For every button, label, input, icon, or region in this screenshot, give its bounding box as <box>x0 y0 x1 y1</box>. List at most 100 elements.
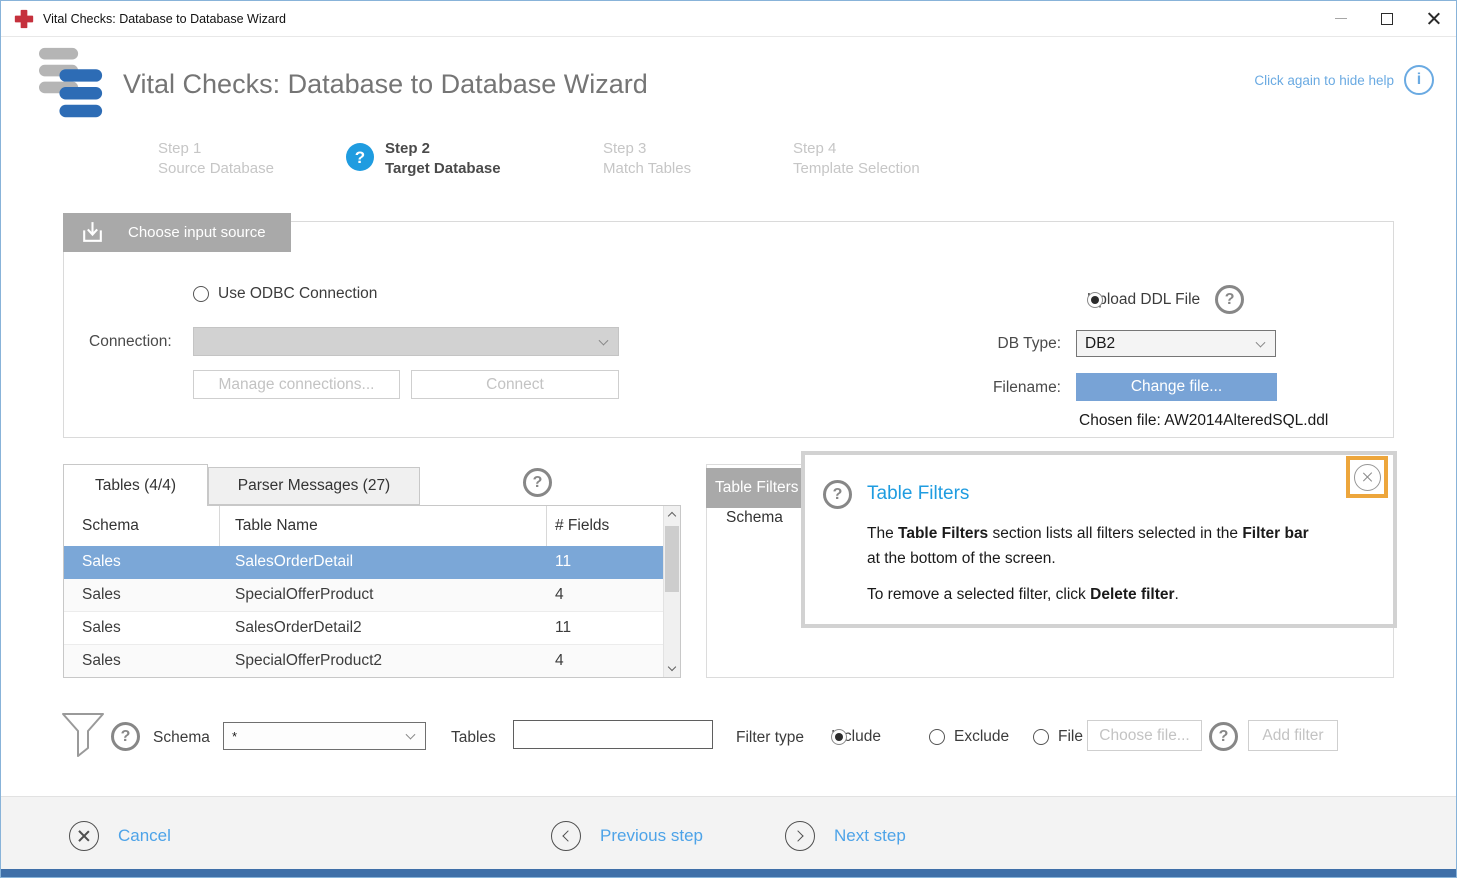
previous-step-label: Previous step <box>600 826 703 846</box>
cancel-button[interactable]: Cancel <box>69 821 171 851</box>
filter-type-include-radio[interactable]: Include <box>831 728 881 746</box>
connection-select[interactable] <box>193 327 619 356</box>
filename-label: Filename: <box>927 379 1061 397</box>
cell-schema: Sales <box>64 546 220 578</box>
step-3-match-tables[interactable]: Step 3 Match Tables <box>603 139 691 178</box>
cell-table-name: SpecialOfferProduct2 <box>220 645 547 677</box>
cell-table-name: SalesOrderDetail2 <box>220 612 547 644</box>
connection-label: Connection: <box>89 333 172 351</box>
hide-help-label: Click again to hide help <box>1254 73 1394 88</box>
table-row[interactable]: Sales SalesOrderDetail 11 <box>64 546 680 579</box>
choose-file-help-icon[interactable] <box>1209 722 1238 751</box>
maximize-button[interactable] <box>1364 1 1410 36</box>
popup-close-button[interactable] <box>1354 464 1381 491</box>
step-2-target-database[interactable]: Step 2 Target Database <box>346 139 501 178</box>
table-row[interactable]: Sales SalesOrderDetail2 11 <box>64 612 680 645</box>
odbc-radio-circle <box>193 286 209 302</box>
scroll-down-arrow[interactable] <box>664 660 680 677</box>
title-bar: Vital Checks: Database to Database Wizar… <box>1 1 1456 37</box>
scroll-up-arrow[interactable] <box>664 506 680 523</box>
upload-ddl-radio[interactable]: Upload DDL File <box>1087 285 1244 314</box>
tables-grid-header: Schema Table Name # Fields <box>64 506 680 546</box>
popup-paragraph-1: The Table Filters section lists all filt… <box>867 521 1367 571</box>
chevron-right-icon <box>785 821 815 851</box>
cell-schema: Sales <box>64 579 220 611</box>
add-filter-button[interactable]: Add filter <box>1248 720 1338 751</box>
db-type-label: DB Type: <box>927 335 1061 353</box>
table-filters-schema-column: Schema <box>726 509 783 527</box>
input-source-header-label: Choose input source <box>128 224 266 241</box>
step-4-template-selection[interactable]: Step 4 Template Selection <box>793 139 920 178</box>
popup-close-highlight <box>1346 456 1388 498</box>
close-icon <box>1362 472 1372 482</box>
filter-type-exclude-radio[interactable]: Exclude <box>929 728 1009 746</box>
bottom-accent-bar <box>1 869 1456 877</box>
upload-radio-label: Upload DDL File <box>1087 291 1200 309</box>
filter-tables-input[interactable] <box>513 720 713 749</box>
minimize-button[interactable] <box>1318 1 1364 36</box>
change-file-button[interactable]: Change file... <box>1076 373 1277 401</box>
odbc-radio-label: Use ODBC Connection <box>218 285 377 303</box>
filter-schema-select[interactable]: * <box>223 722 426 750</box>
step-3-number: Step 3 <box>603 139 691 158</box>
filter-funnel-icon <box>61 712 105 765</box>
step-1-label: Source Database <box>158 159 274 178</box>
exclude-radio-circle <box>929 729 945 745</box>
app-window: Vital Checks: Database to Database Wizar… <box>0 0 1457 878</box>
step-3-label: Match Tables <box>603 159 691 178</box>
cancel-label: Cancel <box>118 826 171 846</box>
cancel-x-icon <box>69 821 99 851</box>
upload-help-icon[interactable] <box>1215 285 1244 314</box>
cell-num-fields: 4 <box>547 645 663 677</box>
maximize-icon <box>1381 13 1393 25</box>
odbc-connection-radio[interactable]: Use ODBC Connection <box>193 285 377 303</box>
popup-help-icon <box>823 480 852 509</box>
filter-tables-label: Tables <box>451 729 496 747</box>
col-table-name: Table Name <box>220 506 547 546</box>
tab-parser-messages[interactable]: Parser Messages (27) <box>208 467 420 505</box>
filter-schema-value: * <box>232 729 237 744</box>
tables-help-icon[interactable] <box>523 468 552 497</box>
popup-title: Table Filters <box>867 483 969 505</box>
table-row[interactable]: Sales SpecialOfferProduct2 4 <box>64 645 680 678</box>
chevron-down-icon <box>406 730 416 740</box>
step-1-source-database[interactable]: Step 1 Source Database <box>158 139 274 178</box>
cell-schema: Sales <box>64 645 220 677</box>
tab-tables[interactable]: Tables (4/4) <box>63 464 208 506</box>
next-step-button[interactable]: Next step <box>785 821 906 851</box>
col-schema: Schema <box>64 506 220 546</box>
choose-file-button[interactable]: Choose file... <box>1087 720 1202 751</box>
tables-grid: Schema Table Name # Fields Sales SalesOr… <box>63 505 681 678</box>
db-type-select[interactable]: DB2 <box>1076 330 1276 357</box>
connect-button[interactable]: Connect <box>411 370 619 399</box>
chosen-file-text: Chosen file: AW2014AlteredSQL.ddl <box>1079 412 1328 430</box>
db-type-value: DB2 <box>1085 335 1115 353</box>
close-button[interactable] <box>1410 1 1456 36</box>
footer-bar: Cancel Previous step Next step <box>1 796 1456 870</box>
chevron-down-icon <box>599 335 609 345</box>
vertical-scrollbar[interactable] <box>663 506 680 677</box>
step-2-label: Target Database <box>385 159 501 178</box>
table-row[interactable]: Sales SpecialOfferProduct 4 <box>64 579 680 612</box>
filter-schema-label: Schema <box>153 729 210 747</box>
minimize-icon <box>1335 18 1347 19</box>
filter-type-label: Filter type <box>736 729 804 747</box>
red-cross-app-icon <box>14 9 34 29</box>
filter-help-icon[interactable] <box>111 722 140 751</box>
info-icon <box>1404 65 1434 95</box>
cell-table-name: SalesOrderDetail <box>220 546 547 578</box>
cell-table-name: SpecialOfferProduct <box>220 579 547 611</box>
window-title: Vital Checks: Database to Database Wizar… <box>43 12 286 26</box>
previous-step-button[interactable]: Previous step <box>551 821 703 851</box>
scrollbar-thumb[interactable] <box>665 526 679 592</box>
col-num-fields: # Fields <box>547 506 663 546</box>
include-radio-circle <box>831 729 847 745</box>
table-filters-header: Table Filters <box>706 468 803 508</box>
next-step-label: Next step <box>834 826 906 846</box>
chevron-down-icon <box>1256 337 1266 347</box>
hide-help-link[interactable]: Click again to hide help <box>1254 65 1434 95</box>
filter-type-file-radio[interactable]: File <box>1033 728 1083 746</box>
cell-num-fields: 4 <box>547 579 663 611</box>
file-radio-label: File <box>1058 728 1083 746</box>
manage-connections-button[interactable]: Manage connections... <box>193 370 400 399</box>
